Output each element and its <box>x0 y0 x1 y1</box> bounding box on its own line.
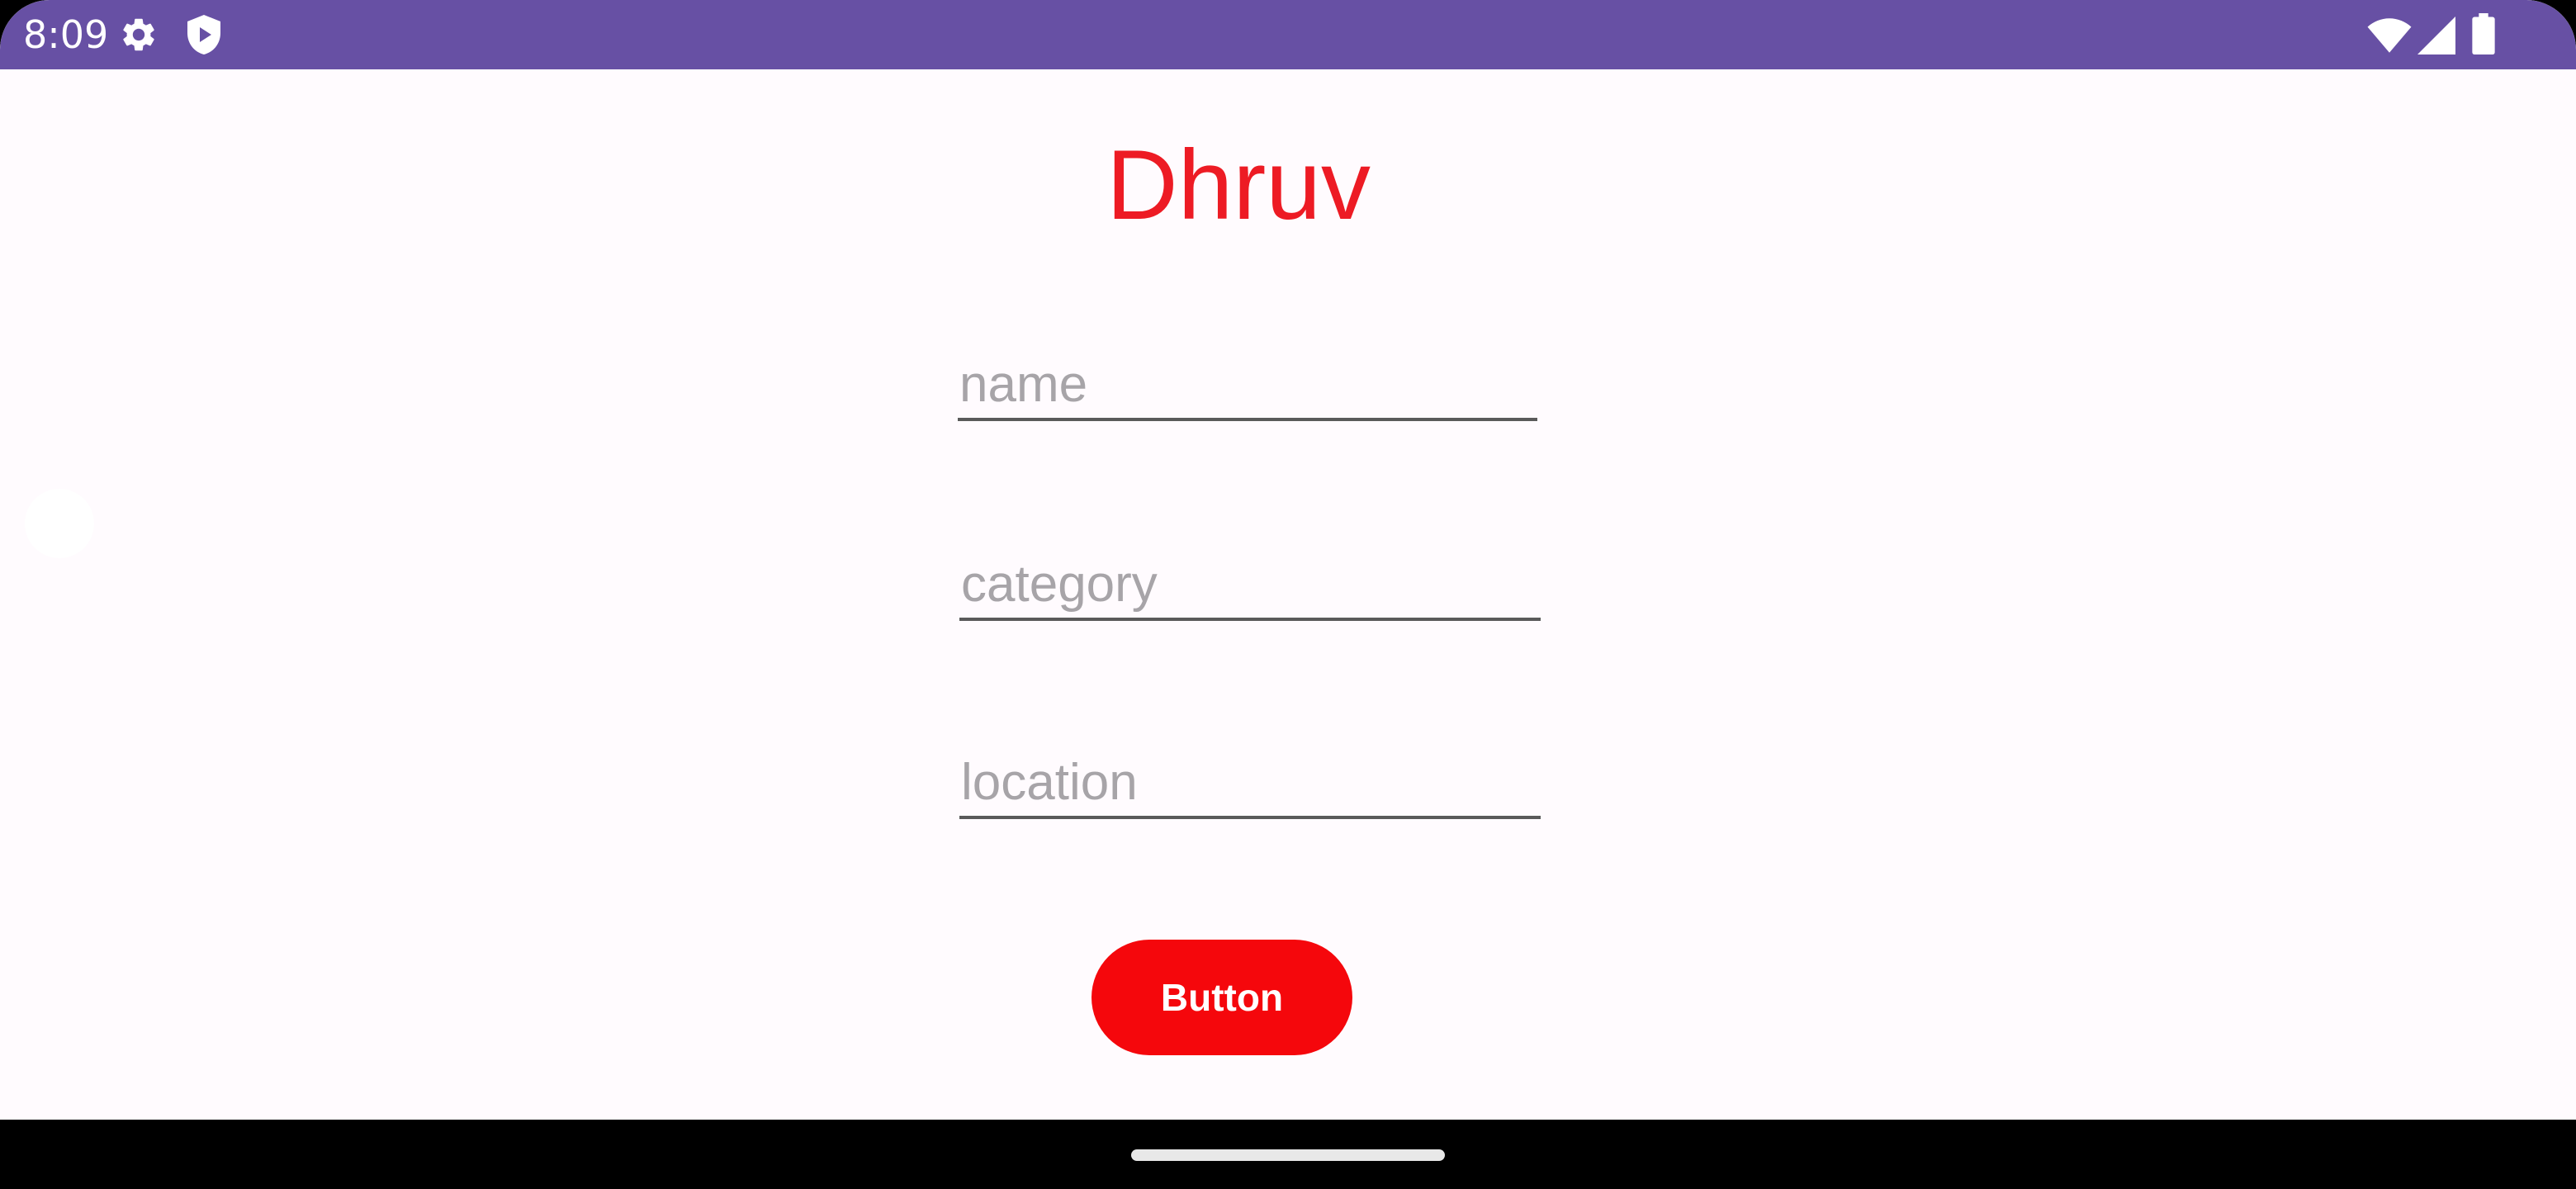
device-screen: 8:09 Dhruv Button <box>0 0 2576 1189</box>
location-input[interactable] <box>959 748 1541 819</box>
edge-floating-handle[interactable] <box>25 489 94 558</box>
battery-icon <box>2472 13 2495 54</box>
status-bar: 8:09 <box>0 0 2576 69</box>
wifi-icon <box>2367 18 2412 53</box>
name-field <box>958 350 1537 424</box>
shield-play-icon <box>187 15 220 54</box>
gear-icon <box>123 18 154 51</box>
submit-button[interactable]: Button <box>1091 940 1352 1055</box>
cellular-signal-icon <box>2417 17 2455 54</box>
category-input[interactable] <box>959 550 1541 621</box>
location-field <box>959 748 1541 822</box>
gesture-nav-handle[interactable] <box>1131 1149 1445 1161</box>
page-title: Dhruv <box>1106 130 1371 240</box>
navigation-bar <box>0 1120 2576 1189</box>
app-content: Dhruv Button <box>0 69 2576 1120</box>
name-input[interactable] <box>958 350 1537 421</box>
status-time: 8:09 <box>23 12 109 57</box>
category-field <box>959 550 1541 624</box>
